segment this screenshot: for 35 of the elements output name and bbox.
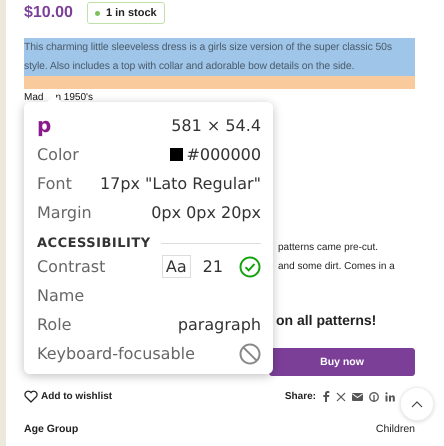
promo-text: on all patterns! xyxy=(276,312,378,330)
contrast-sample: Aa xyxy=(162,255,191,278)
property-label: Role xyxy=(37,315,72,334)
section-heading: ACCESSIBILITY xyxy=(37,236,151,251)
property-value: #000000 xyxy=(186,145,261,164)
attribute-name: Age Group xyxy=(24,423,78,435)
stock-badge: 1 in stock xyxy=(86,2,165,24)
property-label: Margin xyxy=(37,203,92,222)
buy-now-button[interactable]: Buy now xyxy=(269,348,415,376)
mail-icon[interactable] xyxy=(352,392,363,400)
property-label: Font xyxy=(37,174,72,193)
element-size: 581 × 54.4 xyxy=(171,116,261,134)
x-icon[interactable] xyxy=(336,392,346,402)
heart-icon xyxy=(24,390,38,403)
element-tag: p xyxy=(37,113,52,137)
property-label: Contrast xyxy=(37,257,106,276)
wishlist-link[interactable]: Add to wishlist xyxy=(24,390,112,403)
property-value: 17px "Lato Regular" xyxy=(100,174,261,193)
contrast-ratio: 21 xyxy=(202,257,223,276)
property-label: Name xyxy=(37,286,84,305)
description: This charming little sleeveless dress is a girls size version of the super classic 50s style. Also includes a top with collar and adorable bow details on the side. xyxy=(24,38,415,76)
linkedin-icon[interactable] xyxy=(385,392,395,402)
property-label: Color xyxy=(37,145,79,164)
price: $10.00 xyxy=(24,4,73,22)
made-text: Mad xyxy=(24,92,44,105)
chevron-up-icon xyxy=(411,400,423,408)
attribute-value: Children xyxy=(376,423,415,435)
property-value: 0px 0px 20px xyxy=(151,203,261,222)
color-swatch xyxy=(170,148,183,161)
share-label: Share: xyxy=(284,391,316,402)
property-label: Keyboard-focusable xyxy=(37,344,195,363)
description-line: patterns came pre-cut. xyxy=(278,242,380,253)
property-value: paragraph xyxy=(178,315,261,334)
description-line: and some dirt. Comes in a xyxy=(278,261,396,272)
facebook-icon[interactable] xyxy=(322,391,330,402)
